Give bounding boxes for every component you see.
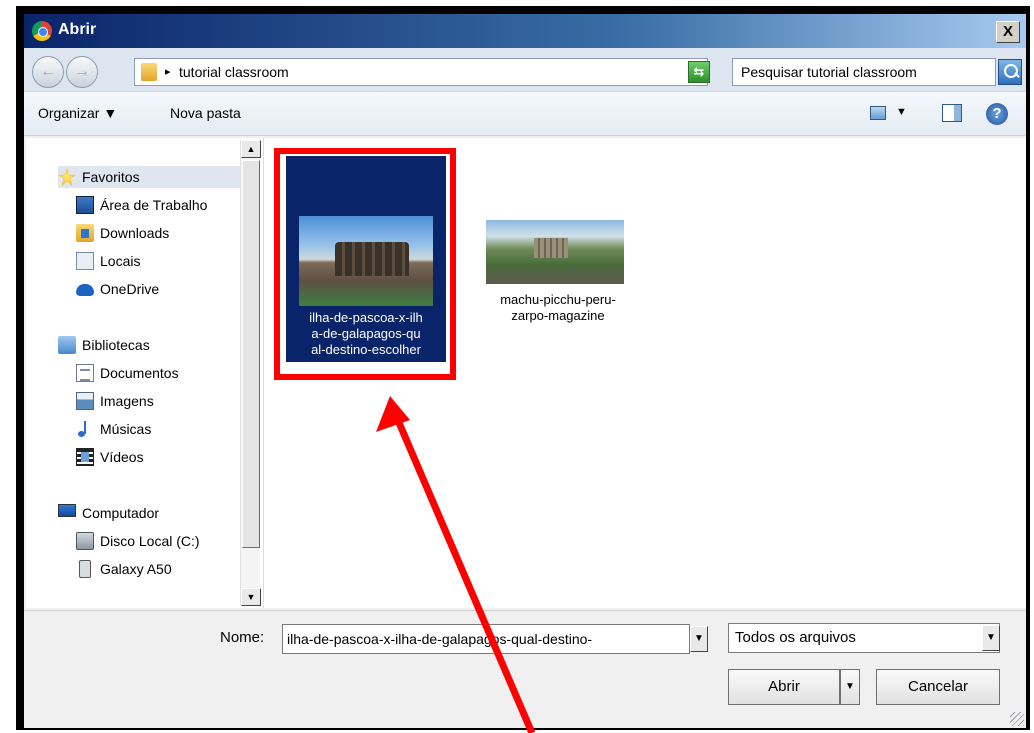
- nav-label-music: Músicas: [100, 421, 152, 437]
- navigation-pane: Favoritos Área de Trabalho Downloads Loc…: [26, 138, 264, 608]
- breadcrumb-arrow-icon[interactable]: ▸: [165, 65, 171, 78]
- downloads-folder-icon: [76, 224, 94, 242]
- libraries-icon: [58, 336, 76, 354]
- video-film-icon: [76, 448, 94, 466]
- file-name-line: zarpo-magazine: [511, 308, 605, 323]
- breadcrumb-current-folder[interactable]: tutorial classroom: [179, 64, 289, 80]
- star-icon: [58, 168, 76, 186]
- nav-label-libraries: Bibliotecas: [82, 337, 150, 353]
- chrome-icon: [32, 21, 52, 41]
- resize-grip[interactable]: [1010, 712, 1024, 726]
- nav-label-local-disk: Disco Local (C:): [100, 533, 200, 549]
- refresh-icon[interactable]: ⇆: [688, 61, 710, 83]
- new-folder-button[interactable]: Nova pasta: [170, 105, 241, 121]
- phone-device-icon: [79, 560, 91, 578]
- file-name-line: machu-picchu-peru-: [500, 292, 616, 307]
- nav-label-galaxy: Galaxy A50: [100, 561, 172, 577]
- command-toolbar: Organizar ▼ Nova pasta ▼ ?: [24, 92, 1026, 136]
- highlight-box: [274, 148, 456, 380]
- scroll-up-arrow-icon[interactable]: ▲: [241, 140, 261, 158]
- search-placeholder: Pesquisar tutorial classroom: [741, 64, 917, 80]
- recent-places-icon: [76, 252, 94, 270]
- documents-icon: [76, 364, 94, 382]
- navigation-scrollbar[interactable]: ▲ ▼: [240, 140, 261, 606]
- title-bar[interactable]: Abrir X: [24, 14, 1026, 48]
- open-button[interactable]: Abrir: [728, 669, 840, 705]
- machu-picchu-photo-icon: [486, 220, 624, 284]
- nav-label-images: Imagens: [100, 393, 154, 409]
- file-name-value: ilha-de-pascoa-x-ilha-de-galapagos-qual-…: [287, 631, 593, 647]
- organize-menu-button[interactable]: Organizar ▼: [38, 105, 117, 121]
- address-bar: ← → ▸ tutorial classroom ▼ ⇆ Pesquisar t…: [24, 48, 1026, 92]
- file-name: machu-picchu-peru- zarpo-magazine: [480, 292, 636, 324]
- scroll-thumb[interactable]: [242, 160, 260, 548]
- onedrive-cloud-icon: [76, 284, 94, 296]
- search-icon[interactable]: [998, 59, 1022, 85]
- local-disk-icon: [76, 532, 94, 550]
- help-icon[interactable]: ?: [986, 103, 1008, 125]
- music-note-icon: [76, 420, 94, 438]
- file-name-dropdown-icon[interactable]: ▼: [690, 626, 708, 652]
- forward-button[interactable]: →: [66, 56, 98, 88]
- file-name-label: Nome:: [220, 629, 265, 646]
- file-item[interactable]: machu-picchu-peru- zarpo-magazine: [478, 156, 638, 362]
- nav-label-downloads: Downloads: [100, 225, 170, 241]
- window-title: Abrir: [58, 21, 97, 38]
- preview-pane-icon[interactable]: [942, 104, 962, 122]
- nav-label-places: Locais: [100, 253, 141, 269]
- pictures-icon: [76, 392, 94, 410]
- close-button[interactable]: X: [996, 21, 1020, 43]
- file-type-value: Todos os arquivos: [735, 629, 856, 646]
- computer-icon: [58, 504, 76, 517]
- back-button[interactable]: ←: [32, 56, 64, 88]
- nav-label-desktop: Área de Trabalho: [100, 197, 208, 213]
- change-view-icon[interactable]: [870, 106, 886, 120]
- folder-icon: [141, 63, 157, 81]
- search-input[interactable]: Pesquisar tutorial classroom: [732, 58, 996, 86]
- dialog-footer: Nome: ilha-de-pascoa-x-ilha-de-galapagos…: [24, 610, 1026, 728]
- open-options-chevron-down-icon[interactable]: ▼: [840, 669, 860, 705]
- open-file-dialog: Abrir X ← → ▸ tutorial classroom ▼ ⇆ Pes…: [24, 14, 1026, 728]
- nav-label-videos: Vídeos: [100, 449, 144, 465]
- nav-label-documents: Documentos: [100, 365, 179, 381]
- nav-label-favorites: Favoritos: [82, 169, 140, 185]
- file-name-input[interactable]: ilha-de-pascoa-x-ilha-de-galapagos-qual-…: [282, 624, 690, 654]
- file-type-dropdown-icon[interactable]: ▼: [982, 625, 1000, 651]
- address-box[interactable]: ▸ tutorial classroom ▼: [134, 58, 708, 86]
- view-options-chevron-down-icon[interactable]: ▼: [896, 106, 907, 118]
- nav-label-computer: Computador: [82, 505, 160, 521]
- nav-item-favorites[interactable]: Favoritos: [58, 166, 248, 188]
- desktop-icon: [76, 196, 94, 214]
- file-type-select[interactable]: Todos os arquivos: [728, 623, 1000, 653]
- cancel-button[interactable]: Cancelar: [876, 669, 1000, 705]
- scroll-down-arrow-icon[interactable]: ▼: [241, 588, 261, 606]
- nav-label-onedrive: OneDrive: [100, 281, 160, 297]
